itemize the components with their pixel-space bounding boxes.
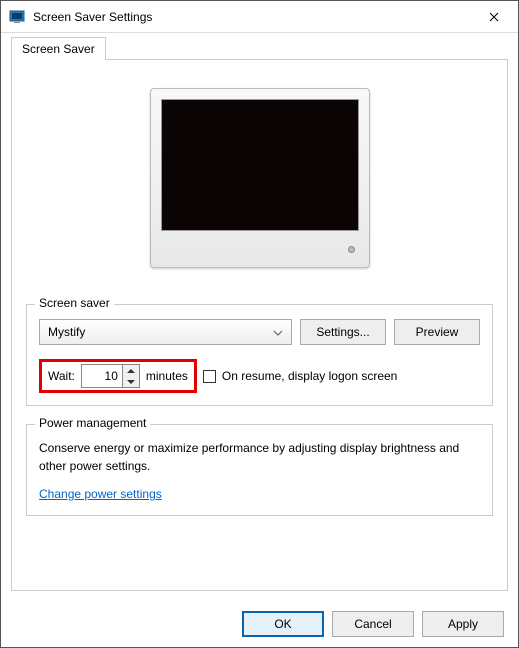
close-icon xyxy=(489,12,499,22)
monitor-power-icon xyxy=(348,246,355,253)
power-description: Conserve energy or maximize performance … xyxy=(39,439,480,475)
preview-area xyxy=(26,74,493,298)
wait-label: Wait: xyxy=(48,369,75,383)
screensaver-group-label: Screen saver xyxy=(35,296,114,310)
power-group-label: Power management xyxy=(35,416,150,430)
tab-screen-saver[interactable]: Screen Saver xyxy=(11,37,106,60)
resume-label: On resume, display logon screen xyxy=(222,369,397,383)
chevron-up-icon xyxy=(127,369,135,373)
apply-button[interactable]: Apply xyxy=(422,611,504,637)
wait-unit: minutes xyxy=(146,369,188,383)
monitor-preview xyxy=(150,88,370,268)
tab-content: Screen saver Mystify Settings... Preview… xyxy=(11,59,508,591)
power-group: Power management Conserve energy or maxi… xyxy=(26,424,493,516)
chevron-down-icon xyxy=(127,380,135,384)
tab-strip: Screen Saver xyxy=(1,33,518,59)
wait-input[interactable] xyxy=(82,365,122,387)
spinner-buttons xyxy=(122,365,139,387)
dialog-window: Screen Saver Settings Screen Saver Scree… xyxy=(0,0,519,648)
monitor-screen xyxy=(161,99,359,231)
close-button[interactable] xyxy=(471,2,516,32)
spin-down-button[interactable] xyxy=(123,376,139,387)
app-icon xyxy=(9,9,25,25)
change-power-settings-link[interactable]: Change power settings xyxy=(39,487,162,501)
dropdown-selected-text: Mystify xyxy=(48,325,85,339)
wait-spinner xyxy=(81,364,140,388)
ok-button[interactable]: OK xyxy=(242,611,324,637)
window-title: Screen Saver Settings xyxy=(33,10,471,24)
screensaver-dropdown[interactable]: Mystify xyxy=(39,319,292,345)
settings-button[interactable]: Settings... xyxy=(300,319,386,345)
resume-checkbox[interactable] xyxy=(203,370,216,383)
screensaver-group: Screen saver Mystify Settings... Preview… xyxy=(26,304,493,406)
cancel-button[interactable]: Cancel xyxy=(332,611,414,637)
wait-row: Wait: minutes xyxy=(39,359,480,393)
spin-up-button[interactable] xyxy=(123,365,139,376)
chevron-down-icon xyxy=(273,325,283,339)
titlebar: Screen Saver Settings xyxy=(1,1,518,33)
wait-highlight: Wait: minutes xyxy=(39,359,197,393)
preview-button[interactable]: Preview xyxy=(394,319,480,345)
dialog-footer: OK Cancel Apply xyxy=(1,601,518,647)
